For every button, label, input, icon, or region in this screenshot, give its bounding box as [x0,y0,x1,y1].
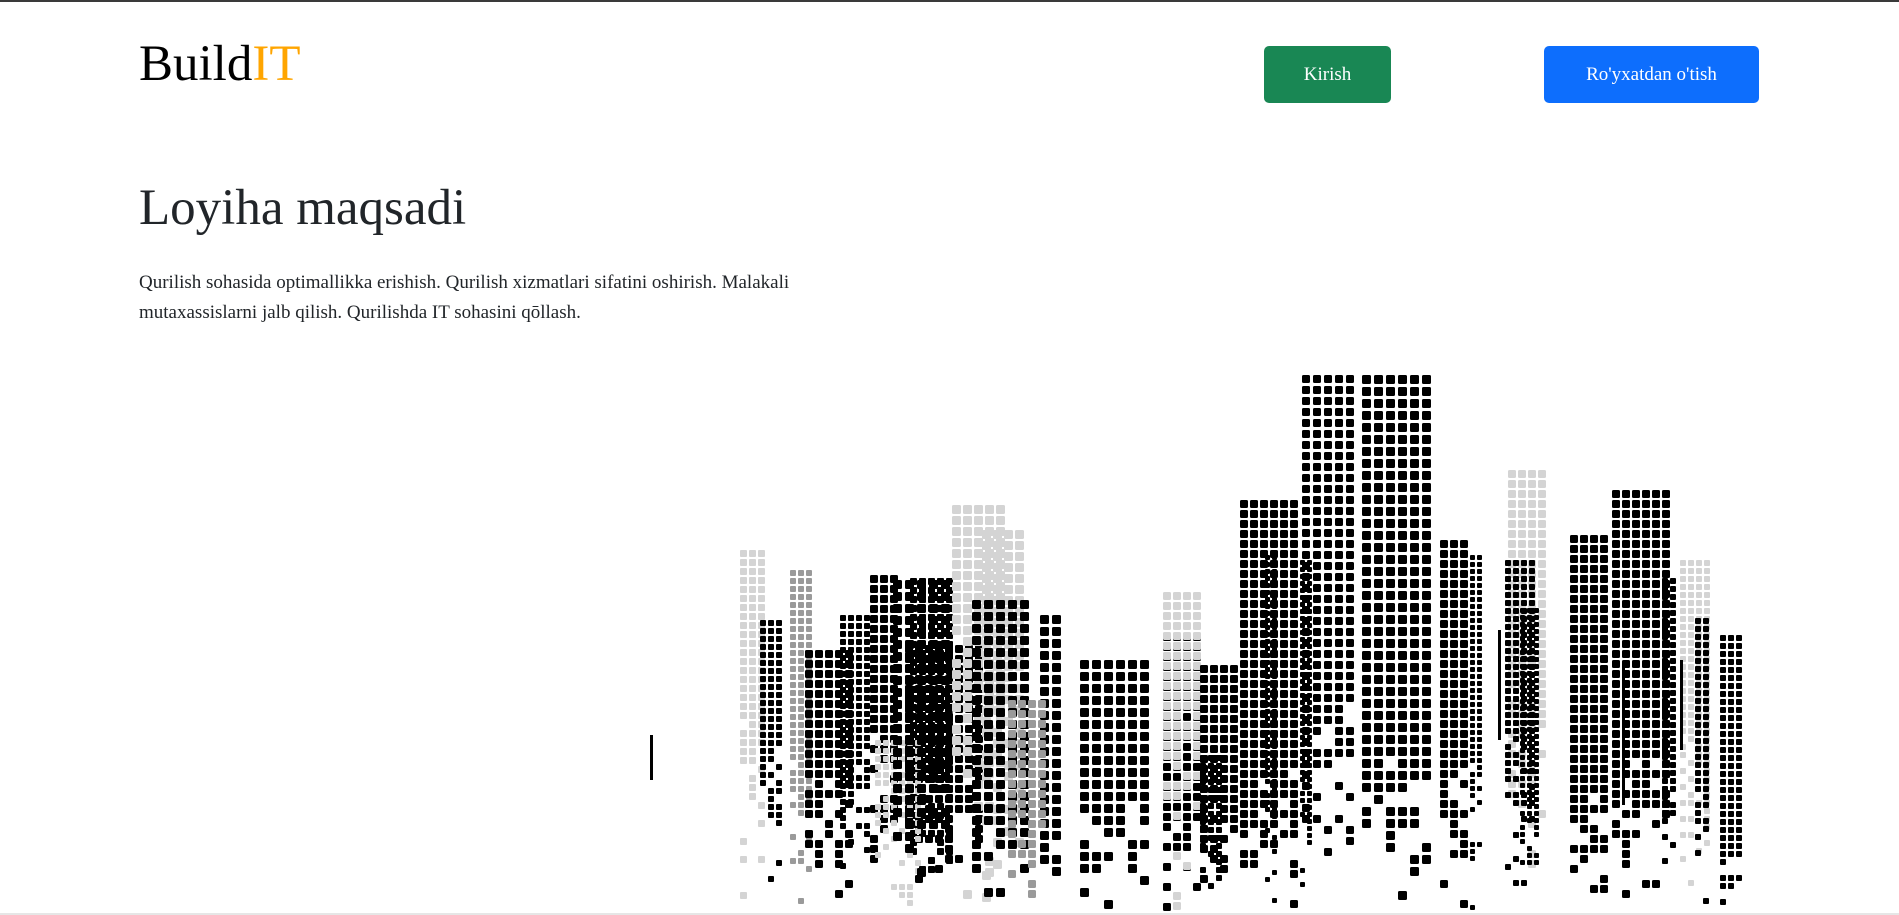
building [1302,375,1354,856]
logo-accent-text: IT [252,36,301,92]
signup-button[interactable]: Ro'yxatdan o'tish [1544,46,1759,103]
logo-text: Build [139,36,253,92]
building [1470,555,1482,910]
building [1570,535,1608,893]
building [1612,490,1670,898]
building [1200,755,1222,889]
top-border [0,0,1899,2]
building [1440,540,1468,908]
building [1720,635,1742,905]
project-description: Qurilish sohasida optimallikka erishish.… [139,272,790,323]
building [805,650,853,898]
page-title: Loyiha maqsadi [139,180,467,236]
logo[interactable]: BuildIT [139,34,301,94]
building [1362,375,1431,900]
login-button[interactable]: Kirish [1264,46,1391,103]
building [840,615,870,869]
city-skyline-illustration [650,375,1742,911]
building [1080,660,1149,909]
